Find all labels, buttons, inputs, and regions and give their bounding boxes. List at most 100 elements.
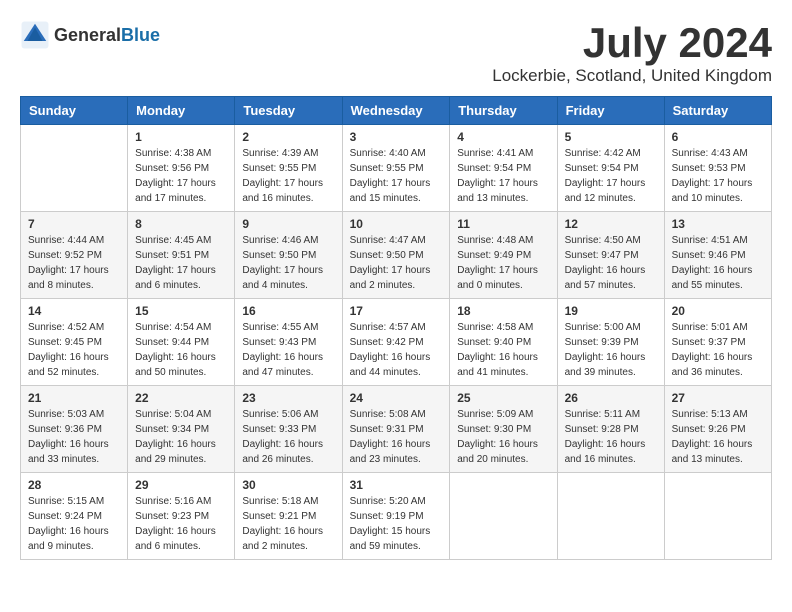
calendar-cell: 3 Sunrise: 4:40 AM Sunset: 9:55 PM Dayli… (342, 125, 450, 212)
daylight-text: Daylight: 17 hours and 6 minutes. (135, 265, 216, 291)
page-header: General Blue July 2024 Lockerbie, Scotla… (20, 20, 772, 86)
day-number: 7 (28, 217, 120, 231)
calendar-cell: 30 Sunrise: 5:18 AM Sunset: 9:21 PM Dayl… (235, 473, 342, 560)
sunset-text: Sunset: 9:52 PM (28, 250, 102, 261)
sunrise-text: Sunrise: 4:38 AM (135, 148, 211, 159)
sunrise-text: Sunrise: 5:01 AM (672, 322, 748, 333)
sunrise-text: Sunrise: 5:09 AM (457, 409, 533, 420)
daylight-text: Daylight: 16 hours and 41 minutes. (457, 352, 538, 378)
daylight-text: Daylight: 16 hours and 9 minutes. (28, 526, 109, 552)
day-info: Sunrise: 4:46 AM Sunset: 9:50 PM Dayligh… (242, 233, 334, 293)
weekday-header: Monday (128, 97, 235, 125)
daylight-text: Daylight: 16 hours and 26 minutes. (242, 439, 323, 465)
day-info: Sunrise: 5:04 AM Sunset: 9:34 PM Dayligh… (135, 407, 227, 467)
sunset-text: Sunset: 9:31 PM (350, 424, 424, 435)
daylight-text: Daylight: 16 hours and 36 minutes. (672, 352, 753, 378)
sunrise-text: Sunrise: 5:13 AM (672, 409, 748, 420)
daylight-text: Daylight: 16 hours and 55 minutes. (672, 265, 753, 291)
month-year-title: July 2024 (492, 20, 772, 66)
weekday-header: Saturday (664, 97, 771, 125)
day-info: Sunrise: 4:40 AM Sunset: 9:55 PM Dayligh… (350, 146, 443, 206)
sunrise-text: Sunrise: 5:18 AM (242, 496, 318, 507)
sunset-text: Sunset: 9:19 PM (350, 511, 424, 522)
calendar-table: SundayMondayTuesdayWednesdayThursdayFrid… (20, 96, 772, 560)
daylight-text: Daylight: 16 hours and 39 minutes. (565, 352, 646, 378)
day-number: 3 (350, 130, 443, 144)
day-number: 25 (457, 391, 549, 405)
sunrise-text: Sunrise: 5:16 AM (135, 496, 211, 507)
calendar-cell: 15 Sunrise: 4:54 AM Sunset: 9:44 PM Dayl… (128, 299, 235, 386)
daylight-text: Daylight: 16 hours and 29 minutes. (135, 439, 216, 465)
sunrise-text: Sunrise: 5:03 AM (28, 409, 104, 420)
sunset-text: Sunset: 9:46 PM (672, 250, 746, 261)
sunrise-text: Sunrise: 4:41 AM (457, 148, 533, 159)
sunset-text: Sunset: 9:55 PM (350, 163, 424, 174)
sunrise-text: Sunrise: 5:00 AM (565, 322, 641, 333)
sunrise-text: Sunrise: 4:50 AM (565, 235, 641, 246)
daylight-text: Daylight: 17 hours and 2 minutes. (350, 265, 431, 291)
day-number: 12 (565, 217, 657, 231)
sunrise-text: Sunrise: 4:54 AM (135, 322, 211, 333)
day-info: Sunrise: 5:18 AM Sunset: 9:21 PM Dayligh… (242, 494, 334, 554)
calendar-cell: 29 Sunrise: 5:16 AM Sunset: 9:23 PM Dayl… (128, 473, 235, 560)
daylight-text: Daylight: 17 hours and 4 minutes. (242, 265, 323, 291)
day-number: 4 (457, 130, 549, 144)
sunrise-text: Sunrise: 4:46 AM (242, 235, 318, 246)
sunset-text: Sunset: 9:23 PM (135, 511, 209, 522)
calendar-cell: 12 Sunrise: 4:50 AM Sunset: 9:47 PM Dayl… (557, 212, 664, 299)
sunrise-text: Sunrise: 4:43 AM (672, 148, 748, 159)
sunrise-text: Sunrise: 4:40 AM (350, 148, 426, 159)
sunrise-text: Sunrise: 5:08 AM (350, 409, 426, 420)
day-info: Sunrise: 5:00 AM Sunset: 9:39 PM Dayligh… (565, 320, 657, 380)
day-info: Sunrise: 4:52 AM Sunset: 9:45 PM Dayligh… (28, 320, 120, 380)
day-number: 2 (242, 130, 334, 144)
calendar-cell: 7 Sunrise: 4:44 AM Sunset: 9:52 PM Dayli… (21, 212, 128, 299)
logo-general-text: General (54, 25, 121, 46)
sunrise-text: Sunrise: 4:39 AM (242, 148, 318, 159)
day-number: 23 (242, 391, 334, 405)
calendar-cell: 6 Sunrise: 4:43 AM Sunset: 9:53 PM Dayli… (664, 125, 771, 212)
day-number: 18 (457, 304, 549, 318)
day-number: 10 (350, 217, 443, 231)
sunset-text: Sunset: 9:54 PM (457, 163, 531, 174)
day-info: Sunrise: 4:58 AM Sunset: 9:40 PM Dayligh… (457, 320, 549, 380)
day-number: 24 (350, 391, 443, 405)
day-number: 29 (135, 478, 227, 492)
calendar-cell: 8 Sunrise: 4:45 AM Sunset: 9:51 PM Dayli… (128, 212, 235, 299)
weekday-header: Sunday (21, 97, 128, 125)
daylight-text: Daylight: 15 hours and 59 minutes. (350, 526, 431, 552)
day-info: Sunrise: 4:44 AM Sunset: 9:52 PM Dayligh… (28, 233, 120, 293)
sunset-text: Sunset: 9:40 PM (457, 337, 531, 348)
day-number: 1 (135, 130, 227, 144)
location-subtitle: Lockerbie, Scotland, United Kingdom (492, 66, 772, 86)
sunset-text: Sunset: 9:36 PM (28, 424, 102, 435)
day-info: Sunrise: 5:01 AM Sunset: 9:37 PM Dayligh… (672, 320, 764, 380)
calendar-cell: 17 Sunrise: 4:57 AM Sunset: 9:42 PM Dayl… (342, 299, 450, 386)
sunset-text: Sunset: 9:47 PM (565, 250, 639, 261)
logo: General Blue (20, 20, 160, 50)
calendar-cell: 18 Sunrise: 4:58 AM Sunset: 9:40 PM Dayl… (450, 299, 557, 386)
daylight-text: Daylight: 16 hours and 44 minutes. (350, 352, 431, 378)
calendar-cell: 13 Sunrise: 4:51 AM Sunset: 9:46 PM Dayl… (664, 212, 771, 299)
daylight-text: Daylight: 17 hours and 17 minutes. (135, 178, 216, 204)
calendar-cell: 11 Sunrise: 4:48 AM Sunset: 9:49 PM Dayl… (450, 212, 557, 299)
calendar-cell: 16 Sunrise: 4:55 AM Sunset: 9:43 PM Dayl… (235, 299, 342, 386)
calendar-week-row: 28 Sunrise: 5:15 AM Sunset: 9:24 PM Dayl… (21, 473, 772, 560)
day-number: 26 (565, 391, 657, 405)
calendar-cell: 28 Sunrise: 5:15 AM Sunset: 9:24 PM Dayl… (21, 473, 128, 560)
sunrise-text: Sunrise: 4:58 AM (457, 322, 533, 333)
day-info: Sunrise: 4:39 AM Sunset: 9:55 PM Dayligh… (242, 146, 334, 206)
day-info: Sunrise: 5:09 AM Sunset: 9:30 PM Dayligh… (457, 407, 549, 467)
day-info: Sunrise: 4:41 AM Sunset: 9:54 PM Dayligh… (457, 146, 549, 206)
sunrise-text: Sunrise: 4:57 AM (350, 322, 426, 333)
day-number: 31 (350, 478, 443, 492)
daylight-text: Daylight: 17 hours and 15 minutes. (350, 178, 431, 204)
day-info: Sunrise: 4:48 AM Sunset: 9:49 PM Dayligh… (457, 233, 549, 293)
weekday-header: Friday (557, 97, 664, 125)
daylight-text: Daylight: 16 hours and 16 minutes. (565, 439, 646, 465)
daylight-text: Daylight: 17 hours and 0 minutes. (457, 265, 538, 291)
sunrise-text: Sunrise: 4:47 AM (350, 235, 426, 246)
day-number: 15 (135, 304, 227, 318)
day-number: 11 (457, 217, 549, 231)
day-info: Sunrise: 5:06 AM Sunset: 9:33 PM Dayligh… (242, 407, 334, 467)
